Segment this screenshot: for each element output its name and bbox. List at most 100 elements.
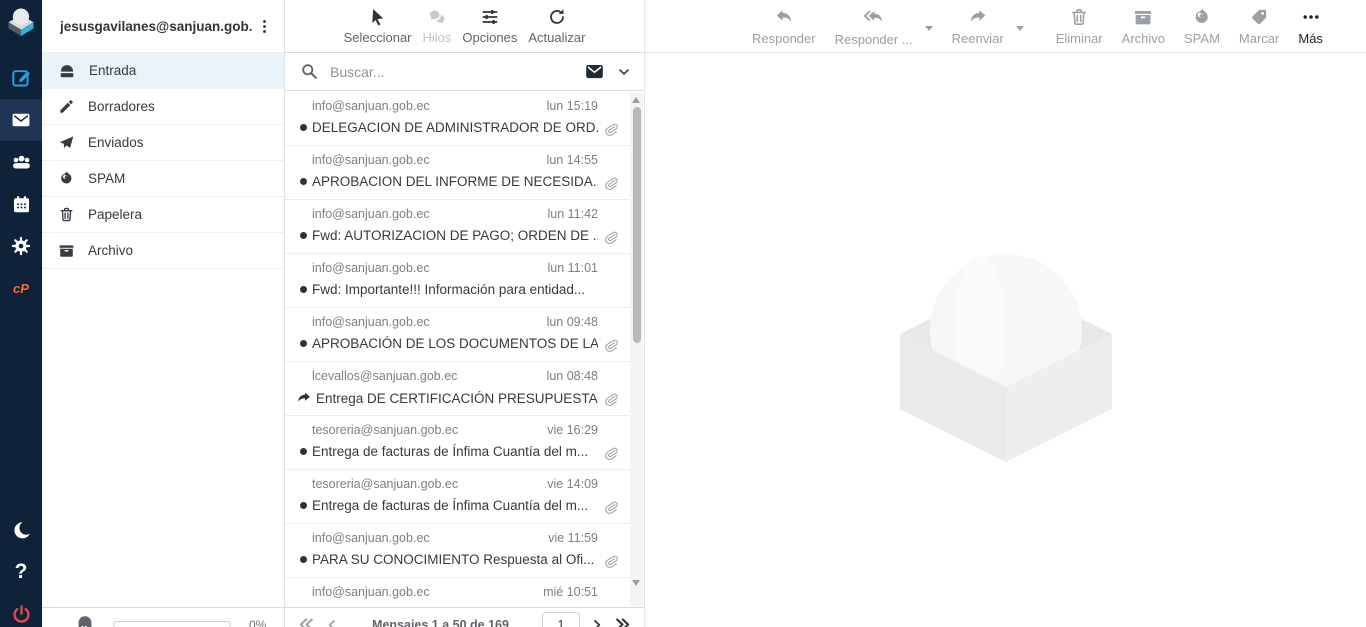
nav-contacts-button[interactable] <box>0 141 42 183</box>
message-sender: info@sanjuan.gob.ec <box>312 531 430 545</box>
archive-button[interactable]: Archivo <box>1122 7 1165 46</box>
message-date: vie 14:09 <box>547 477 598 491</box>
message-row[interactable]: info@sanjuan.gob.ec vie 11:59 PARA SU CON… <box>285 524 644 578</box>
first-page-button[interactable] <box>298 616 315 627</box>
message-row[interactable]: info@sanjuan.gob.ec lun 15:19 DELEGACION … <box>285 92 644 146</box>
refresh-label: Actualizar <box>528 30 586 45</box>
double-chevron-left-icon <box>298 616 315 627</box>
folder-item-spam[interactable]: SPAM <box>42 161 284 197</box>
message-row[interactable]: lcevallos@sanjuan.gob.ec lun 08:48 Entreg… <box>285 362 644 416</box>
message-list: info@sanjuan.gob.ec lun 15:19 DELEGACION … <box>285 92 644 607</box>
message-row[interactable]: info@sanjuan.gob.ec mié 10:51 <box>285 578 644 607</box>
message-sender: info@sanjuan.gob.ec <box>312 315 430 329</box>
message-subject: Entrega DE CERTIFICACIÓN PRESUPUESTA... <box>316 390 598 406</box>
mail-icon <box>10 109 32 131</box>
select-label: Seleccionar <box>343 30 412 45</box>
pagination-summary: Mensajes 1 a 50 de 169 <box>372 617 509 627</box>
forward-label: Reenviar <box>951 31 1004 46</box>
webmail-app: cP ? jesusgavilanes@sanjuan.gob.... Entr… <box>0 0 1366 627</box>
gear-icon <box>10 235 32 257</box>
next-page-button[interactable] <box>590 618 604 627</box>
chevron-down-icon <box>616 64 632 80</box>
mark-label: Marcar <box>1238 31 1280 46</box>
message-subject: Fwd: AUTORIZACION DE PAGO; ORDEN DE ... <box>312 228 598 243</box>
threads-button[interactable]: Hilos <box>423 7 451 45</box>
reply-button[interactable]: Responder <box>752 7 816 46</box>
unread-dot <box>300 448 307 455</box>
calendar-icon <box>11 194 32 215</box>
message-sender: info@sanjuan.gob.ec <box>312 207 430 221</box>
folder-item-sent[interactable]: Enviados <box>42 125 284 161</box>
options-button[interactable]: Opciones <box>462 7 517 45</box>
unread-dot <box>300 286 307 293</box>
delete-label: Eliminar <box>1055 31 1103 46</box>
prev-page-button[interactable] <box>325 618 339 627</box>
folders-panel: jesusgavilanes@sanjuan.gob.... Entrada B… <box>42 0 285 627</box>
attachment-icon <box>603 121 619 137</box>
message-row[interactable]: info@sanjuan.gob.ec lun 11:42 Fwd: AUTORI… <box>285 200 644 254</box>
folder-item-drafts[interactable]: Borradores <box>42 89 284 125</box>
message-subject: APROBACION DEL INFORME DE NECESIDA... <box>312 174 598 189</box>
reply-all-dropdown-caret[interactable] <box>924 26 933 31</box>
reply-all-button[interactable]: Responder ... <box>835 7 913 47</box>
unread-dot <box>300 232 307 239</box>
compose-button[interactable] <box>0 57 42 99</box>
scroll-up-arrow[interactable] <box>632 97 640 103</box>
pencil-icon <box>58 98 75 115</box>
storage-icon <box>74 614 96 627</box>
folder-item-archive[interactable]: Archivo <box>42 233 284 269</box>
cpanel-logo[interactable]: cP <box>0 267 42 309</box>
forward-button[interactable]: Reenviar <box>952 7 1004 46</box>
search-scope-button[interactable] <box>584 61 605 82</box>
mark-button[interactable]: Marcar <box>1239 7 1279 46</box>
dark-mode-toggle[interactable] <box>0 509 42 551</box>
contacts-icon <box>10 151 33 174</box>
help-button[interactable]: ? <box>0 551 42 593</box>
scrollbar-thumb[interactable] <box>632 107 641 343</box>
more-button[interactable]: Más <box>1298 7 1323 46</box>
send-icon <box>58 134 75 151</box>
spam-button[interactable]: SPAM <box>1184 7 1220 46</box>
scroll-down-arrow[interactable] <box>632 580 640 586</box>
search-bar <box>285 53 644 91</box>
message-row[interactable]: tesoreria@sanjuan.gob.ec vie 14:09 Entreg… <box>285 470 644 524</box>
account-menu-button[interactable] <box>252 14 276 38</box>
message-date: vie 16:29 <box>547 423 598 437</box>
forward-icon <box>968 7 988 27</box>
quota-footer: 0% <box>42 607 284 627</box>
chevron-left-icon <box>325 618 339 627</box>
list-scrollbar[interactable] <box>630 93 643 606</box>
account-email: jesusgavilanes@sanjuan.gob.... <box>60 18 252 34</box>
spam-label: SPAM <box>1184 31 1220 46</box>
folder-item-trash[interactable]: Papelera <box>42 197 284 233</box>
select-button[interactable]: Seleccionar <box>344 7 412 45</box>
folder-item-inbox[interactable]: Entrada <box>42 53 284 89</box>
message-row[interactable]: info@sanjuan.gob.ec lun 14:55 APROBACION … <box>285 146 644 200</box>
nav-calendar-button[interactable] <box>0 183 42 225</box>
search-options-button[interactable] <box>616 64 632 80</box>
logout-button[interactable] <box>0 593 42 627</box>
message-list-panel: Seleccionar Hilos Opciones Actualizar Bu… <box>285 0 645 627</box>
message-sender: lcevallos@sanjuan.gob.ec <box>312 369 458 383</box>
search-input[interactable] <box>328 62 575 81</box>
nav-mail-button[interactable] <box>0 99 42 141</box>
question-icon: ? <box>14 560 28 583</box>
unread-dot <box>300 556 307 563</box>
power-icon <box>11 604 32 625</box>
page-number-input[interactable] <box>542 612 580 627</box>
delete-button[interactable]: Eliminar <box>1056 7 1103 46</box>
message-subject: DELEGACION DE ADMINISTRADOR DE ORD... <box>312 120 598 135</box>
last-page-button[interactable] <box>614 616 631 627</box>
forward-dropdown-caret[interactable] <box>1015 26 1024 31</box>
archive-icon <box>58 242 75 259</box>
more-label: Más <box>1298 31 1323 46</box>
message-row[interactable]: info@sanjuan.gob.ec lun 11:01 Fwd: Import… <box>285 254 644 308</box>
message-row[interactable]: tesoreria@sanjuan.gob.ec vie 16:29 Entreg… <box>285 416 644 470</box>
nav-settings-button[interactable] <box>0 225 42 267</box>
refresh-button[interactable]: Actualizar <box>528 7 585 45</box>
message-row[interactable]: info@sanjuan.gob.ec lun 09:48 APROBACIÓN … <box>285 308 644 362</box>
kebab-icon <box>256 18 273 35</box>
options-label: Opciones <box>462 30 518 45</box>
folder-label: Papelera <box>88 207 143 222</box>
message-subject: PARA SU CONOCIMIENTO Respuesta al Ofi... <box>312 552 595 567</box>
